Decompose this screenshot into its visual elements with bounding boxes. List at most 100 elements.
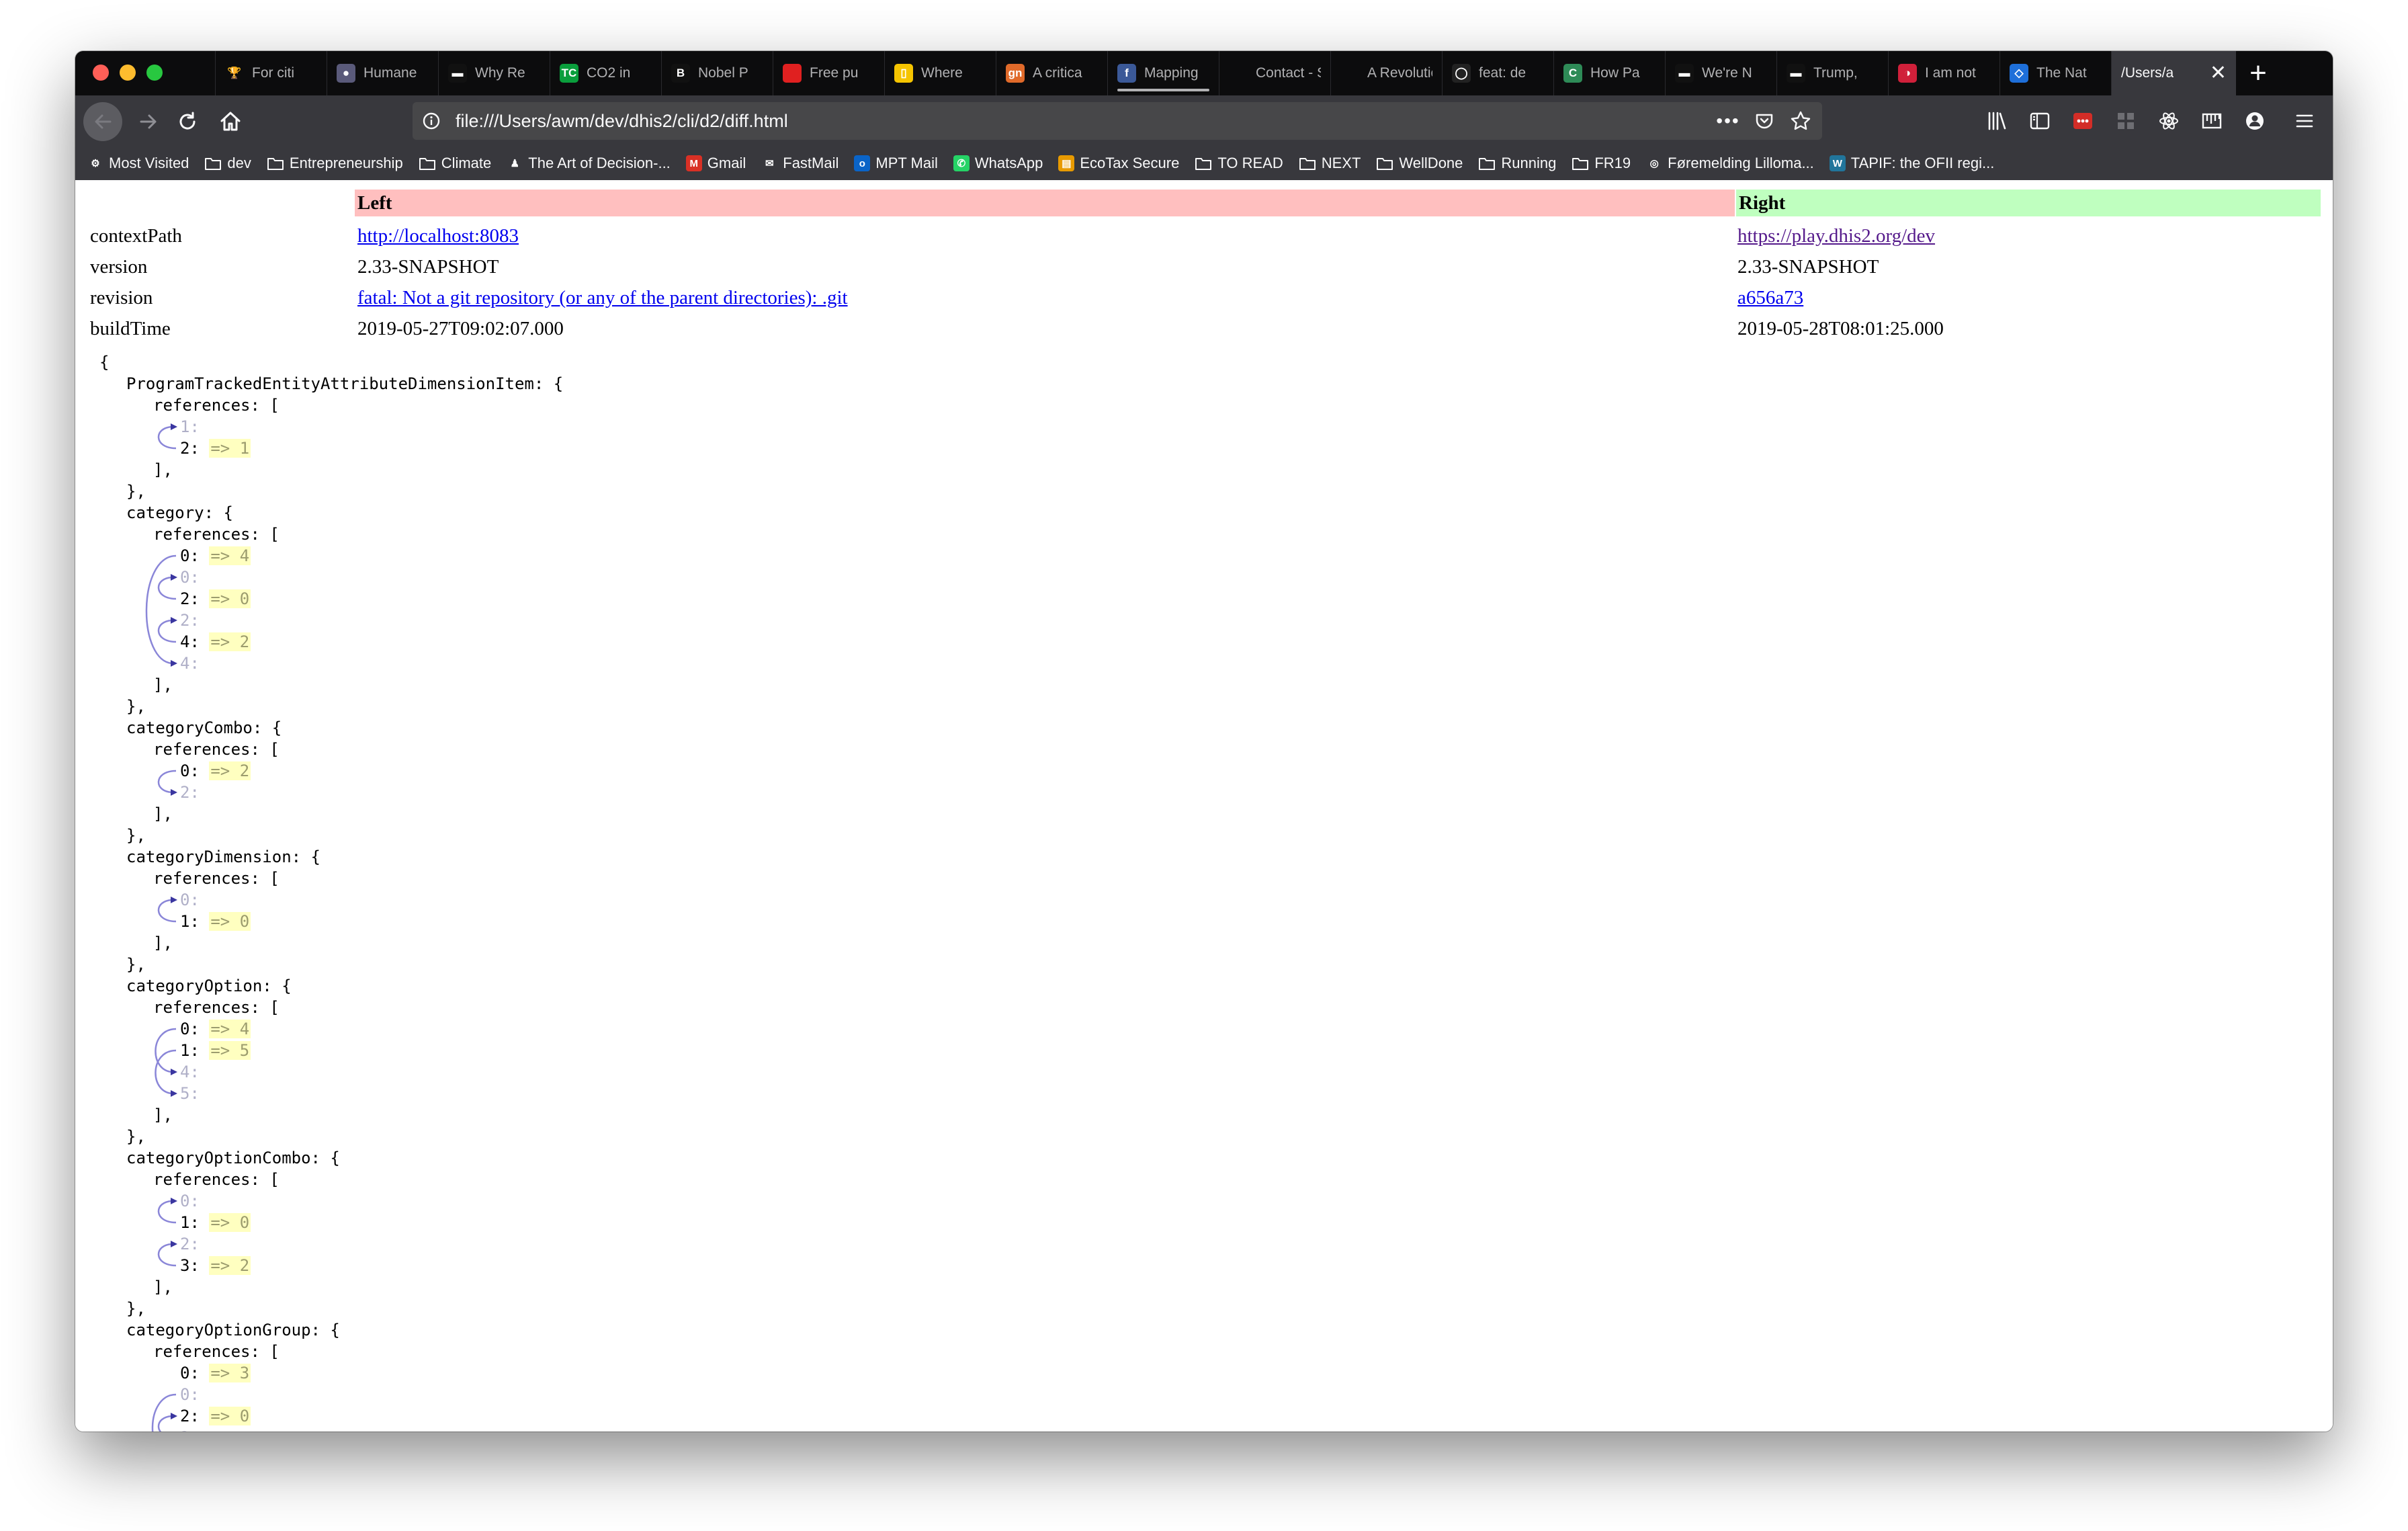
metadata-row: contextPath http://localhost:8083 https://… [75, 220, 2333, 251]
window-minimize-button[interactable] [120, 65, 136, 81]
browser-tab[interactable]: ◯ feat: de [1442, 51, 1553, 95]
library-icon[interactable] [1985, 109, 2009, 133]
json-text: 0: [180, 546, 200, 565]
json-text: 2: [180, 1407, 200, 1425]
json-line: 0: => 3 [99, 1362, 906, 1384]
json-line: ], [99, 1276, 906, 1298]
moved-from-index: 4: [180, 654, 200, 673]
bookmark-item[interactable]: ✉ FastMail [761, 155, 838, 172]
browser-tab[interactable]: Free pu [773, 51, 884, 95]
account-icon[interactable] [2243, 109, 2267, 133]
window-maximize-button[interactable] [146, 65, 163, 81]
browser-tab[interactable]: ▬ Trump, [1776, 51, 1888, 95]
folder-icon [1572, 158, 1589, 170]
browser-tab[interactable]: ◑ I am not [1888, 51, 2000, 95]
lastpass-icon[interactable] [2071, 109, 2095, 133]
back-button[interactable] [83, 102, 122, 141]
json-text: categoryOptionCombo: { [126, 1149, 340, 1167]
bookmark-item[interactable]: M Gmail [685, 155, 746, 172]
tab-title: How Pa [1590, 65, 1640, 81]
json-line: references: [ [99, 1341, 906, 1362]
bookmark-item[interactable]: W TAPIF: the OFII regi... [1829, 155, 1994, 172]
info-icon[interactable] [422, 112, 441, 130]
window-close-button[interactable] [93, 65, 109, 81]
right-value: 2.33-SNAPSHOT [1737, 256, 1879, 278]
bookmark-star-icon[interactable] [1790, 110, 1811, 132]
json-line: 1: [99, 416, 906, 438]
left-value: 2.33-SNAPSHOT [357, 256, 499, 278]
left-value[interactable]: http://localhost:8083 [357, 220, 519, 251]
browser-tab[interactable]: B Nobel P [661, 51, 773, 95]
active-browser-tab[interactable]: /Users/a ✕ [2111, 51, 2236, 95]
json-line: { [99, 351, 906, 373]
left-value[interactable]: fatal: Not a git repository (or any of t… [357, 282, 848, 313]
whatsapp-icon: ✆ [953, 155, 970, 171]
bookmark-item[interactable]: Climate [419, 155, 492, 172]
json-text: 0: [180, 1020, 200, 1038]
bookmark-item[interactable]: ♟ The Art of Decision-... [507, 155, 671, 172]
browser-tab[interactable]: ▯ Where [884, 51, 996, 95]
json-text: categoryDimension: { [126, 847, 320, 866]
bookmark-item[interactable]: ⚙ Most Visited [87, 155, 189, 172]
tab-title: CO2 in [587, 65, 631, 81]
metadata-row: buildTime 2019-05-27T09:02:07.000 2019-05-… [75, 313, 2333, 344]
bookmark-item[interactable]: Running [1478, 155, 1556, 172]
tab-favicon-icon: C [1563, 64, 1582, 83]
person-icon: ♟ [510, 158, 519, 169]
json-text: 2: [180, 439, 200, 458]
json-text: 1: [180, 1213, 200, 1232]
browser-tab[interactable]: 🏆 For citi [215, 51, 327, 95]
tab-favicon-icon: ▬ [1675, 64, 1694, 83]
react-devtools-icon[interactable] [2157, 109, 2181, 133]
bookmark-item[interactable]: ✆ WhatsApp [953, 155, 1043, 172]
tab-title: I am not [1925, 65, 1976, 81]
browser-tab[interactable]: f Mapping [1107, 51, 1219, 95]
ruler-extension-icon[interactable] [2200, 109, 2224, 133]
tab-title: Humane [363, 65, 417, 81]
bookmark-item[interactable]: NEXT [1299, 155, 1361, 172]
reload-button[interactable] [171, 105, 204, 138]
bookmark-item[interactable]: ◎ Føremelding Lilloma... [1646, 155, 1814, 172]
bookmark-item[interactable]: TO READ [1195, 155, 1283, 172]
bookmark-item[interactable]: o MPT Mail [854, 155, 938, 172]
navigation-bar: file:///Users/awm/dev/dhis2/cli/d2/diff.… [75, 95, 2333, 147]
page-actions-icon[interactable]: ••• [1716, 110, 1739, 132]
browser-tab[interactable]: A Revolution [1330, 51, 1442, 95]
bookmark-item[interactable]: Entrepreneurship [267, 155, 403, 172]
json-line: categoryCombo: { [99, 717, 906, 739]
bookmark-item[interactable]: ▤ EcoTax Secure [1058, 155, 1179, 172]
moved-from-index: 0: [180, 1192, 200, 1210]
bookmark-item[interactable]: FR19 [1572, 155, 1631, 172]
tab-title: Trump, [1813, 65, 1858, 81]
browser-tab[interactable]: TC CO2 in [550, 51, 661, 95]
browser-tab[interactable]: ▬ We're N [1665, 51, 1776, 95]
browser-tab[interactable]: ▬ Why Re [438, 51, 550, 95]
sidebar-icon[interactable] [2028, 109, 2052, 133]
bookmark-item[interactable]: WellDone [1376, 155, 1463, 172]
bookmark-label: TO READ [1217, 155, 1283, 171]
url-bar[interactable]: file:///Users/awm/dev/dhis2/cli/d2/diff.… [413, 102, 1822, 140]
browser-tab[interactable]: ◇ The Nat [2000, 51, 2111, 95]
pocket-icon[interactable] [1754, 110, 1775, 132]
browser-tab[interactable]: C How Pa [1553, 51, 1665, 95]
right-value[interactable]: https://play.dhis2.org/dev [1737, 220, 1935, 251]
bookmark-label: FR19 [1594, 155, 1631, 171]
json-text: ], [153, 460, 173, 479]
browser-tab[interactable]: gn A critica [996, 51, 1107, 95]
forward-button[interactable] [132, 105, 165, 138]
bookmark-label: Climate [441, 155, 492, 171]
forward-arrow-icon [140, 114, 157, 129]
right-value[interactable]: a656a73 [1737, 282, 1803, 313]
json-line: ], [99, 803, 906, 825]
browser-tab[interactable]: Contact - S [1219, 51, 1330, 95]
home-button[interactable] [214, 105, 247, 138]
browser-tab[interactable]: ● Humane [327, 51, 438, 95]
left-value: 2019-05-27T09:02:07.000 [357, 318, 564, 339]
extensions-grid-icon[interactable] [2114, 109, 2138, 133]
tab-close-icon[interactable]: ✕ [2210, 63, 2227, 83]
url-text[interactable]: file:///Users/awm/dev/dhis2/cli/d2/diff.… [456, 102, 788, 140]
move-target-badge: => 4 [209, 546, 251, 565]
menu-hamburger-icon[interactable] [2292, 109, 2317, 133]
bookmark-item[interactable]: dev [204, 155, 251, 172]
new-tab-button[interactable]: + [2236, 51, 2280, 95]
